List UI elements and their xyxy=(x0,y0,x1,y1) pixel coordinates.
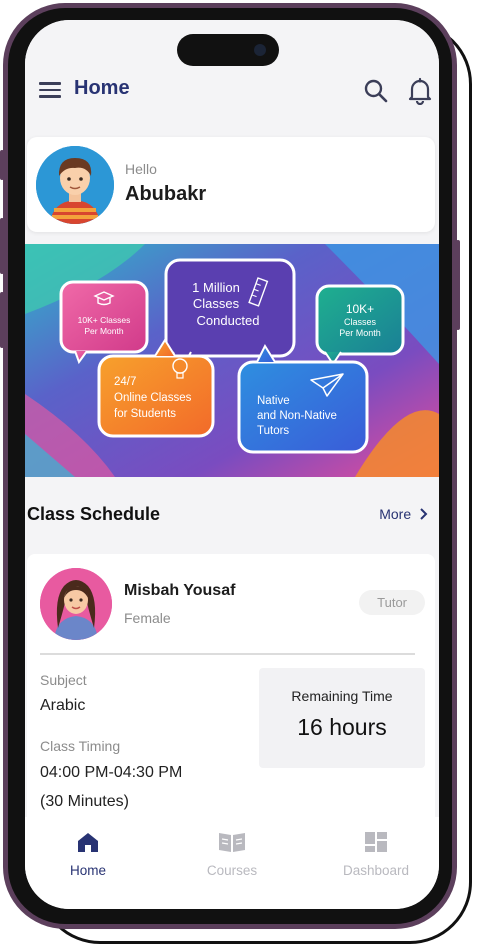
remaining-time-box: Remaining Time 16 hours xyxy=(259,668,425,768)
user-name: Abubakr xyxy=(125,183,207,205)
tutor-badge: Tutor xyxy=(359,590,425,615)
side-button-right xyxy=(456,240,460,330)
class-timing-label: Class Timing xyxy=(40,738,121,754)
bubble-1-line2: Per Month xyxy=(84,326,123,336)
menu-icon[interactable] xyxy=(39,82,61,98)
bubble-3-line2: Classes xyxy=(344,317,377,327)
app-screen: Home Hello Abubakr 10K+ Classes Per Mont… xyxy=(25,20,439,909)
nav-home-label: Home xyxy=(69,863,106,878)
bubble-4-line1: 24/7 xyxy=(114,376,136,388)
bubble-2-line3: Conducted xyxy=(197,313,260,328)
search-icon[interactable] xyxy=(363,78,389,104)
dashboard-icon xyxy=(365,832,387,852)
section-title: Class Schedule xyxy=(27,504,161,524)
nav-dashboard-label: Dashboard xyxy=(342,863,410,878)
bubble-native-tutors: Native and Non-Native Tutors xyxy=(237,343,369,454)
bubble-5-line1: Native xyxy=(257,395,290,407)
nav-courses[interactable]: Courses xyxy=(177,831,287,878)
bottom-navigation: Home Courses Dashboard xyxy=(25,817,439,909)
bubble-3-line3: Per Month xyxy=(339,328,381,338)
class-schedule-header: Class Schedule More xyxy=(25,500,439,540)
nav-dashboard[interactable]: Dashboard xyxy=(321,831,431,878)
bubble-million-classes: 1 Million Classes Conducted xyxy=(164,258,296,373)
hello-label: Hello xyxy=(125,161,157,177)
page-title: Home xyxy=(74,77,130,99)
bubble-4-line3: for Students xyxy=(114,408,176,420)
bubble-2-line1: 1 Million xyxy=(192,280,240,295)
bubble-5-line3: Tutors xyxy=(257,425,289,437)
remaining-time-value: 16 hours xyxy=(297,714,387,740)
side-button-left-2 xyxy=(0,218,4,274)
tutor-gender: Female xyxy=(124,610,171,626)
side-button-left-1 xyxy=(0,150,4,180)
tutor-name: Misbah Yousaf xyxy=(124,582,236,599)
user-avatar[interactable] xyxy=(36,146,114,224)
bubble-1-line1: 10K+ Classes xyxy=(78,315,131,325)
divider xyxy=(40,653,415,655)
home-icon xyxy=(78,833,98,852)
camera-icon xyxy=(254,44,266,56)
bell-icon[interactable] xyxy=(407,77,433,105)
dynamic-island xyxy=(177,34,279,66)
nav-courses-label: Courses xyxy=(206,863,258,878)
side-button-left-3 xyxy=(0,292,4,348)
bubble-10k-classes: 10K+ Classes Per Month xyxy=(315,284,405,366)
more-label: More xyxy=(379,506,412,522)
chevron-right-icon xyxy=(420,508,428,520)
subject-label: Subject xyxy=(40,672,87,688)
book-icon xyxy=(219,833,245,852)
bubble-2-line2: Classes xyxy=(193,296,240,311)
bubble-4-line2: Online Classes xyxy=(114,392,192,404)
class-duration: (30 Minutes) xyxy=(40,793,129,810)
nav-home[interactable]: Home xyxy=(33,831,143,878)
bubble-classes-per-month: 10K+ Classes Per Month xyxy=(59,280,149,365)
promo-banner[interactable]: 10K+ Classes Per Month 1 Million Classes… xyxy=(25,244,439,477)
class-schedule-card[interactable]: Misbah Yousaf Female Tutor Subject Arabi… xyxy=(27,554,435,834)
subject-value: Arabic xyxy=(40,697,86,714)
bubble-5-line2: and Non-Native xyxy=(257,410,337,422)
tutor-avatar xyxy=(40,568,112,640)
more-link[interactable]: More xyxy=(379,506,429,522)
class-timing-value: 04:00 PM-04:30 PM xyxy=(40,764,183,781)
remaining-time-label: Remaining Time xyxy=(291,688,393,704)
bubble-3-line1: 10K+ xyxy=(346,302,374,316)
greeting-card: Hello Abubakr xyxy=(27,137,435,232)
